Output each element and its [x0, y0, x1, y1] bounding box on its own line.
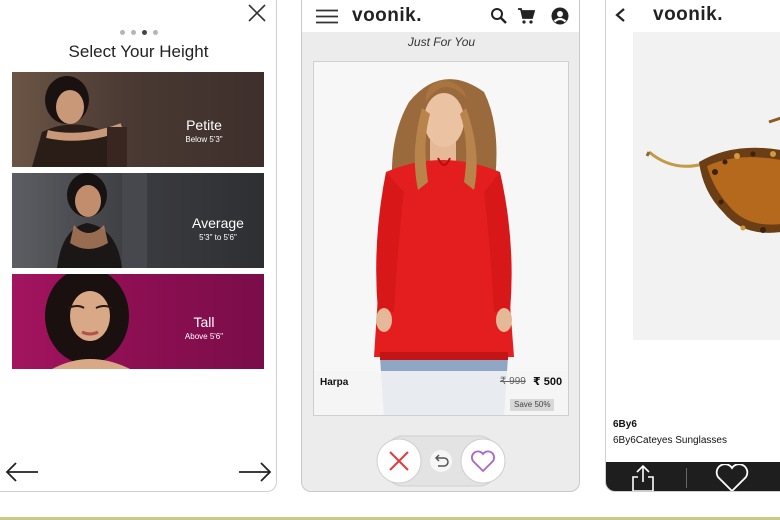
product-feed-screen: voonik. Just For You Harpa ₹ 999 ₹ 500 S…	[301, 0, 580, 492]
search-icon[interactable]	[490, 7, 508, 25]
option-size: Below 5'3"	[185, 135, 223, 144]
product-title: 6By6Cateyes Sunglasses	[613, 435, 727, 446]
height-option-tall[interactable]: Tall Above 5'6"	[12, 274, 264, 369]
action-footer	[606, 462, 780, 492]
product-brand: 6By6	[613, 419, 637, 430]
product-detail-screen: voonik. 6By6 6By6Cateyes Sunglasses	[605, 0, 780, 492]
product-info-bar: Harpa ₹ 999 ₹ 500 Save 50%	[314, 371, 568, 415]
option-size: Above 5'6"	[184, 332, 224, 341]
screenshot-collage: Select Your Height Petite Below 5'3" Ave…	[0, 0, 780, 520]
reject-button[interactable]	[376, 438, 422, 484]
sunglasses-image	[633, 32, 780, 340]
product-card[interactable]: Harpa ₹ 999 ₹ 500 Save 50%	[313, 61, 569, 416]
close-icon[interactable]	[247, 3, 267, 23]
step-dot	[119, 30, 125, 35]
back-icon[interactable]	[613, 7, 627, 23]
discount-badge: Save 50%	[510, 399, 555, 411]
product-name: Harpa	[320, 377, 349, 388]
sale-price: ₹ 500	[533, 376, 563, 388]
menu-icon[interactable]	[316, 9, 338, 24]
height-option-petite[interactable]: Petite Below 5'3"	[12, 72, 264, 167]
like-button[interactable]	[460, 438, 506, 484]
product-image[interactable]	[633, 32, 780, 340]
app-header: voonik.	[606, 0, 780, 30]
arrow-left-icon[interactable]	[4, 458, 40, 486]
step-dot	[130, 30, 136, 35]
height-option-average[interactable]: Average 5'3" to 5'6"	[12, 173, 264, 268]
step-dot-active	[141, 30, 147, 35]
app-header: voonik.	[302, 0, 579, 32]
app-logo[interactable]: voonik.	[352, 5, 422, 27]
account-icon[interactable]	[551, 7, 569, 25]
option-name: Average	[192, 215, 244, 231]
heart-icon[interactable]	[714, 464, 750, 492]
cart-icon[interactable]	[517, 7, 535, 25]
product-photo	[314, 62, 568, 415]
option-name: Tall	[193, 314, 215, 330]
swipe-actions	[376, 435, 506, 487]
option-name: Petite	[186, 117, 222, 133]
option-label: Tall Above 5'6"	[164, 314, 244, 341]
share-icon[interactable]	[630, 464, 656, 492]
page-title: Select Your Height	[68, 42, 209, 61]
step-dot	[152, 30, 158, 35]
original-price: ₹ 999	[500, 376, 526, 387]
step-indicator	[0, 30, 276, 35]
arrow-right-icon[interactable]	[237, 458, 273, 486]
option-label: Petite Below 5'3"	[164, 117, 244, 144]
footer-divider	[686, 468, 687, 488]
height-selection-screen: Select Your Height Petite Below 5'3" Ave…	[0, 0, 277, 492]
undo-button[interactable]	[430, 450, 452, 472]
option-label: Average 5'3" to 5'6"	[178, 215, 258, 242]
option-size: 5'3" to 5'6"	[199, 233, 237, 242]
app-logo[interactable]: voonik.	[653, 4, 723, 26]
feed-subtitle: Just For You	[407, 35, 476, 49]
